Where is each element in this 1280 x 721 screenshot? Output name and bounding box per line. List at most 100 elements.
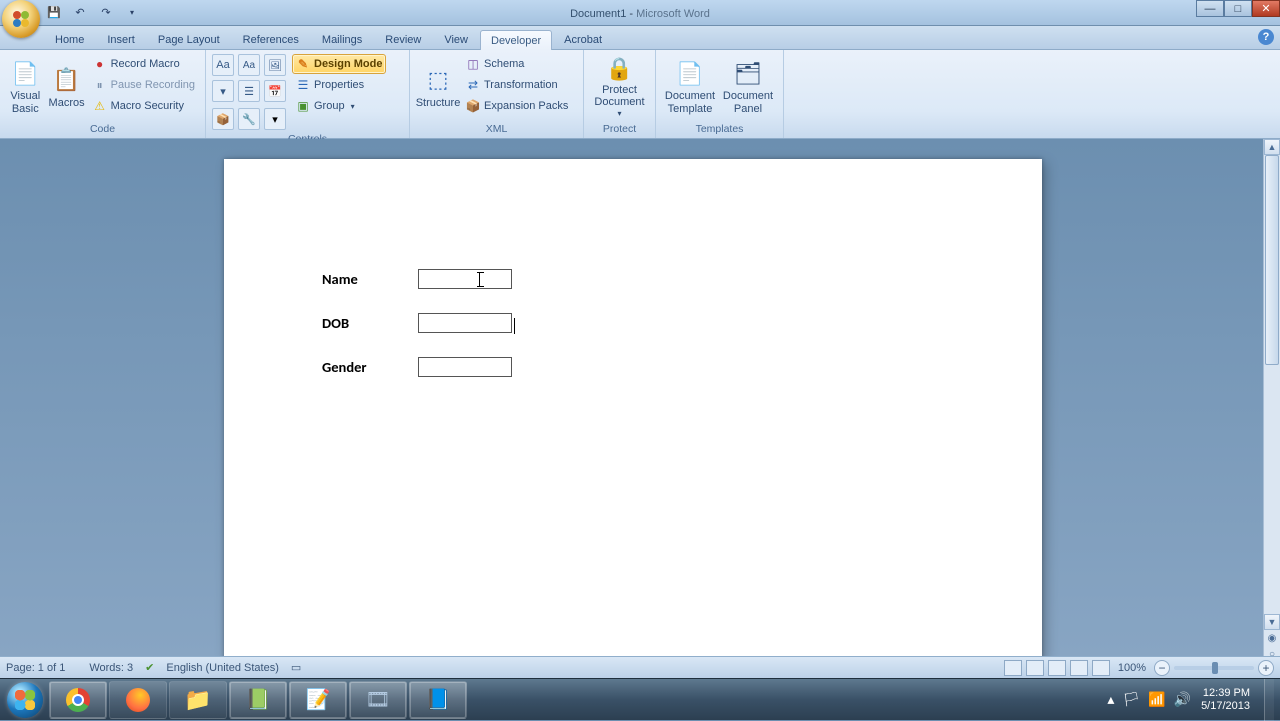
taskbar-explorer[interactable]: 📁 xyxy=(169,681,227,719)
transformation-button[interactable]: ⇄Transformation xyxy=(462,75,572,95)
status-language[interactable]: English (United States) xyxy=(166,662,279,674)
visual-basic-button[interactable]: 📄 Visual Basic xyxy=(6,54,45,120)
record-icon: ● xyxy=(93,57,107,71)
status-page[interactable]: Page: 1 of 1 xyxy=(6,662,65,674)
properties-button[interactable]: ☰Properties xyxy=(292,75,386,95)
system-tray: ▴ 🏳 📶 🔊 12:39 PM 5/17/2013 xyxy=(1107,679,1278,721)
notepad-icon: 📝 xyxy=(306,687,331,712)
media-icon: 🎞 xyxy=(365,687,390,712)
start-button[interactable] xyxy=(2,680,48,720)
transformation-icon: ⇄ xyxy=(466,78,480,92)
document-panel-button[interactable]: 🗂 Document Panel xyxy=(720,54,776,120)
group-templates: 📄 Document Template 🗂 Document Panel Tem… xyxy=(656,50,784,138)
chevron-down-icon: ▾ xyxy=(617,109,621,118)
help-button[interactable]: ? xyxy=(1258,29,1274,45)
insertion-caret xyxy=(514,318,515,334)
document-name: Document1 xyxy=(570,8,626,20)
vertical-scrollbar[interactable]: ▲ ▼ ◉ ○ ◉ xyxy=(1263,139,1280,678)
tray-flag-icon[interactable]: 🏳 xyxy=(1122,691,1140,708)
tray-clock[interactable]: 12:39 PM 5/17/2013 xyxy=(1199,687,1256,712)
schema-button[interactable]: ◫Schema xyxy=(462,54,572,74)
expansion-packs-icon: 📦 xyxy=(466,99,480,113)
date-picker-control-icon[interactable]: 📅 xyxy=(264,80,286,102)
qat-undo-icon[interactable]: ↶ xyxy=(70,3,90,23)
structure-button[interactable]: ⬚ Structure xyxy=(416,54,460,120)
group-button[interactable]: ▣Group▾ xyxy=(292,96,386,116)
insert-mode-icon[interactable]: ▭ xyxy=(291,661,301,674)
view-draft-button[interactable] xyxy=(1092,660,1110,676)
scroll-thumb[interactable] xyxy=(1265,155,1279,365)
tab-mailings[interactable]: Mailings xyxy=(311,29,373,49)
view-full-screen-button[interactable] xyxy=(1026,660,1044,676)
minimize-button[interactable]: — xyxy=(1196,0,1224,17)
group-protect-label: Protect xyxy=(586,122,653,137)
tab-developer[interactable]: Developer xyxy=(480,30,552,50)
record-macro-button[interactable]: ●Record Macro xyxy=(89,54,199,74)
qat-customize-icon[interactable]: ▾ xyxy=(122,3,142,23)
maximize-button[interactable]: □ xyxy=(1224,0,1252,17)
zoom-level[interactable]: 100% xyxy=(1114,662,1150,674)
taskbar-firefox[interactable] xyxy=(109,681,167,719)
view-web-layout-button[interactable] xyxy=(1048,660,1066,676)
document-page[interactable]: Name DOB Gender xyxy=(224,159,1042,659)
tab-acrobat[interactable]: Acrobat xyxy=(553,29,613,49)
spell-check-icon[interactable]: ✔ xyxy=(145,661,154,674)
combo-box-control-icon[interactable]: ▾ xyxy=(212,80,234,102)
tab-insert[interactable]: Insert xyxy=(96,29,146,49)
office-button[interactable] xyxy=(2,0,40,38)
taskbar-chrome[interactable] xyxy=(49,681,107,719)
taskbar-notepad[interactable]: 📝 xyxy=(289,681,347,719)
tab-references[interactable]: References xyxy=(232,29,310,49)
tab-home[interactable]: Home xyxy=(44,29,95,49)
zoom-slider-thumb[interactable] xyxy=(1212,662,1218,674)
legacy-tools-icon[interactable]: 🔧 xyxy=(238,108,260,130)
building-block-control-icon[interactable]: 📦 xyxy=(212,108,234,130)
textbox-gender[interactable] xyxy=(418,357,512,377)
legacy-tools-dropdown-icon[interactable]: ▾ xyxy=(264,108,286,130)
zoom-out-button[interactable]: − xyxy=(1154,660,1170,676)
tray-volume-icon[interactable]: 🔊 xyxy=(1174,691,1191,708)
macro-security-button[interactable]: ⚠Macro Security xyxy=(89,96,199,116)
picture-control-icon[interactable]: 🖼 xyxy=(264,54,286,76)
zoom-in-button[interactable]: + xyxy=(1258,660,1274,676)
scroll-track[interactable] xyxy=(1264,155,1280,614)
qat-redo-icon[interactable]: ↷ xyxy=(96,3,116,23)
controls-gallery-row1: Aa Aa 🖼 ▾ ☰ 📅 xyxy=(212,54,286,102)
shield-icon: ⚠ xyxy=(93,99,107,113)
taskbar-word[interactable]: 📘 xyxy=(409,681,467,719)
status-words[interactable]: Words: 3 xyxy=(89,662,133,674)
previous-page-button[interactable]: ◉ xyxy=(1264,630,1280,646)
label-gender: Gender xyxy=(322,358,418,376)
view-print-layout-button[interactable] xyxy=(1004,660,1022,676)
document-template-button[interactable]: 📄 Document Template xyxy=(662,54,718,120)
group-controls: Aa Aa 🖼 ▾ ☰ 📅 📦 🔧 ▾ ✎Design Mode ☰Proper… xyxy=(206,50,410,138)
textbox-name[interactable] xyxy=(418,269,512,289)
document-area: Name DOB Gender ▲ ▼ ◉ ○ ◉ xyxy=(0,139,1280,678)
protect-document-button[interactable]: 🔒 Protect Document▾ xyxy=(590,54,649,120)
dropdown-control-icon[interactable]: ☰ xyxy=(238,80,260,102)
scroll-up-button[interactable]: ▲ xyxy=(1264,139,1280,155)
qat-save-icon[interactable]: 💾 xyxy=(44,3,64,23)
close-button[interactable]: ✕ xyxy=(1252,0,1280,17)
tab-page-layout[interactable]: Page Layout xyxy=(147,29,231,49)
rich-text-control-icon[interactable]: Aa xyxy=(212,54,234,76)
tab-view[interactable]: View xyxy=(433,29,479,49)
view-outline-button[interactable] xyxy=(1070,660,1088,676)
tray-show-hidden-icon[interactable]: ▴ xyxy=(1107,691,1114,708)
textbox-dob[interactable] xyxy=(418,313,512,333)
tray-network-icon[interactable]: 📶 xyxy=(1148,691,1165,708)
pause-icon: ⏸ xyxy=(93,78,107,92)
show-desktop-button[interactable] xyxy=(1264,679,1274,721)
macros-button[interactable]: 📋 Macros xyxy=(47,54,87,120)
taskbar-excel[interactable]: 📗 xyxy=(229,681,287,719)
taskbar-media[interactable]: 🎞 xyxy=(349,681,407,719)
design-mode-button[interactable]: ✎Design Mode xyxy=(292,54,386,74)
plain-text-control-icon[interactable]: Aa xyxy=(238,54,260,76)
zoom-slider[interactable] xyxy=(1174,666,1254,670)
status-bar: Page: 1 of 1 Words: 3 ✔ English (United … xyxy=(0,656,1280,678)
expansion-packs-button[interactable]: 📦Expansion Packs xyxy=(462,96,572,116)
document-panel-icon: 🗂 xyxy=(733,58,763,88)
pause-recording-button[interactable]: ⏸Pause Recording xyxy=(89,75,199,95)
tab-review[interactable]: Review xyxy=(374,29,432,49)
scroll-down-button[interactable]: ▼ xyxy=(1264,614,1280,630)
